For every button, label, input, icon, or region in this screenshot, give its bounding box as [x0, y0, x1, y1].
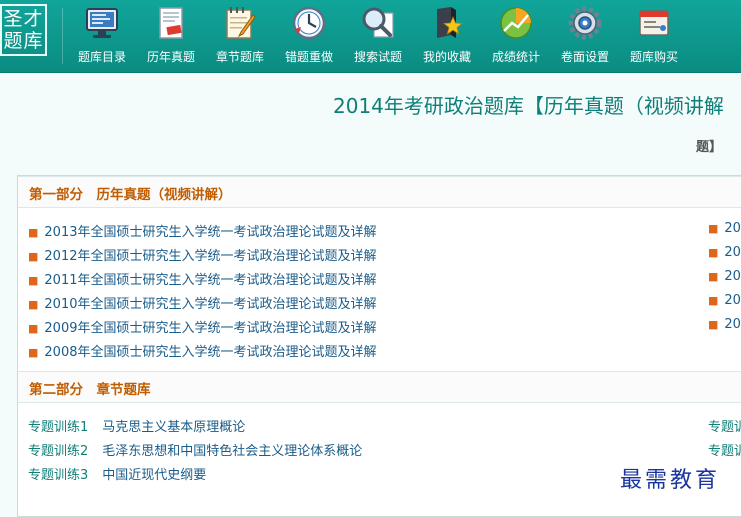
exam-link-2005[interactable]: ■ 2005	[708, 269, 741, 284]
toolbar-past-exams-button[interactable]: 历年真题	[136, 0, 206, 72]
bullet-icon: ■	[28, 322, 39, 335]
link-text: 2009年全国硕士研究生入学统一考试政治理论试题及详解	[44, 321, 377, 336]
logo-line-1: 圣才	[3, 8, 44, 30]
link-text: 2003	[724, 317, 741, 332]
exam-link-2008[interactable]: ■ 2008年全国硕士研究生入学统一考试政治理论试题及详解	[28, 341, 377, 360]
bullet-icon: ■	[708, 318, 719, 331]
page-title: 2014年考研政治题库【历年真题（视频讲解	[333, 94, 724, 118]
link-text: 2004	[724, 293, 741, 308]
exam-link-2004[interactable]: ■ 2004	[708, 293, 741, 308]
page-title-continuation: 题】	[696, 140, 723, 155]
bullet-icon: ■	[708, 294, 719, 307]
exam-link-2003[interactable]: ■ 2003	[708, 317, 741, 332]
topic-name: 马克思主义基本原理概论	[102, 420, 246, 435]
bullet-icon: ■	[28, 250, 39, 263]
section-title: 第二部分 章节题库	[29, 382, 151, 398]
toolbar-chapter-bank-button[interactable]: 章节题库	[205, 0, 275, 72]
toolbar-score-stats-button[interactable]: 成绩统计	[481, 0, 551, 72]
exam-link-2009[interactable]: ■ 2009年全国硕士研究生入学统一考试政治理论试题及详解	[28, 317, 377, 336]
notepad-pencil-icon	[226, 7, 256, 39]
book-star-icon	[437, 7, 464, 38]
logo-line-2: 题库	[3, 30, 44, 52]
topic-link-right-1[interactable]: 专题训	[708, 416, 741, 435]
topic-link-2[interactable]: 专题训练2 毛泽东思想和中国特色社会主义理论体系概论	[28, 440, 362, 459]
topic-link-1[interactable]: 专题训练1 马克思主义基本原理概论	[28, 416, 245, 435]
topic-name: 中国近现代史纲要	[102, 468, 207, 483]
topic-link-3[interactable]: 专题训练3 中国近现代史纲要	[28, 464, 206, 483]
exam-link-2007[interactable]: ■ 2007	[708, 221, 741, 236]
section-header: 第一部分 历年真题（视频讲解）	[18, 176, 741, 208]
toolbar-favorites-button[interactable]: 我的收藏	[412, 0, 482, 72]
app-logo[interactable]: 圣才 题库	[0, 4, 47, 56]
gear-icon	[568, 6, 602, 40]
link-text: 2006	[724, 245, 741, 260]
exam-link-2011[interactable]: ■ 2011年全国硕士研究生入学统一考试政治理论试题及详解	[28, 269, 377, 288]
exam-link-2006[interactable]: ■ 2006	[708, 245, 741, 260]
link-text: 2008年全国硕士研究生入学统一考试政治理论试题及详解	[44, 345, 377, 360]
toolbar-label: 题库购买	[629, 50, 678, 64]
exam-link-2012[interactable]: ■ 2012年全国硕士研究生入学统一考试政治理论试题及详解	[28, 245, 377, 264]
bullet-icon: ■	[28, 346, 39, 359]
clock-arrow-icon	[292, 6, 326, 40]
toolbar-purchase-button[interactable]: 题库购买	[619, 0, 689, 72]
exam-link-2010[interactable]: ■ 2010年全国硕士研究生入学统一考试政治理论试题及详解	[28, 293, 377, 312]
bullet-icon: ■	[708, 270, 719, 283]
purchase-card-icon	[639, 10, 669, 36]
topic-name: 毛泽东思想和中国特色社会主义理论体系概论	[102, 444, 363, 459]
topic-tag: 专题训练1	[28, 420, 89, 435]
bullet-icon: ■	[708, 246, 719, 259]
topic-tag: 专题训练3	[28, 468, 89, 483]
topic-tag: 专题训	[708, 444, 741, 459]
topic-tag: 专题训	[708, 420, 741, 435]
toolbar-redo-mistakes-button[interactable]: 错题重做	[274, 0, 344, 72]
exam-link-2013[interactable]: ■ 2013年全国硕士研究生入学统一考试政治理论试题及详解	[28, 221, 377, 240]
section-title: 第一部分 历年真题（视频讲解）	[29, 187, 232, 203]
toolbar-catalog-button[interactable]: 题库目录	[67, 0, 137, 72]
bullet-icon: ■	[28, 298, 39, 311]
chart-circle-icon	[500, 7, 532, 39]
topic-tag: 专题训练2	[28, 444, 89, 459]
section-header: 第二部分 章节题库	[18, 371, 741, 403]
link-text: 2013年全国硕士研究生入学统一考试政治理论试题及详解	[44, 225, 377, 240]
link-text: 2007	[724, 221, 741, 236]
top-toolbar: 圣才 题库 题库目录 历年真题 章节题库 错题重做 搜索试题 我的收藏 成绩统计…	[0, 0, 741, 73]
magnifier-icon	[362, 7, 394, 38]
watermark-text: 最需教育	[620, 468, 721, 493]
toolbar-settings-button[interactable]: 卷面设置	[550, 0, 620, 72]
bullet-icon: ■	[28, 226, 39, 239]
bullet-icon: ■	[28, 274, 39, 287]
link-text: 2005	[724, 269, 741, 284]
toolbar-search-button[interactable]: 搜索试题	[343, 0, 413, 72]
exam-paper-icon	[159, 7, 183, 39]
link-text: 2011年全国硕士研究生入学统一考试政治理论试题及详解	[44, 273, 377, 288]
link-text: 2010年全国硕士研究生入学统一考试政治理论试题及详解	[44, 297, 377, 312]
topic-link-right-2[interactable]: 专题训	[708, 440, 741, 459]
bullet-icon: ■	[708, 222, 719, 235]
monitor-icon	[86, 8, 118, 38]
link-text: 2012年全国硕士研究生入学统一考试政治理论试题及详解	[44, 249, 377, 264]
